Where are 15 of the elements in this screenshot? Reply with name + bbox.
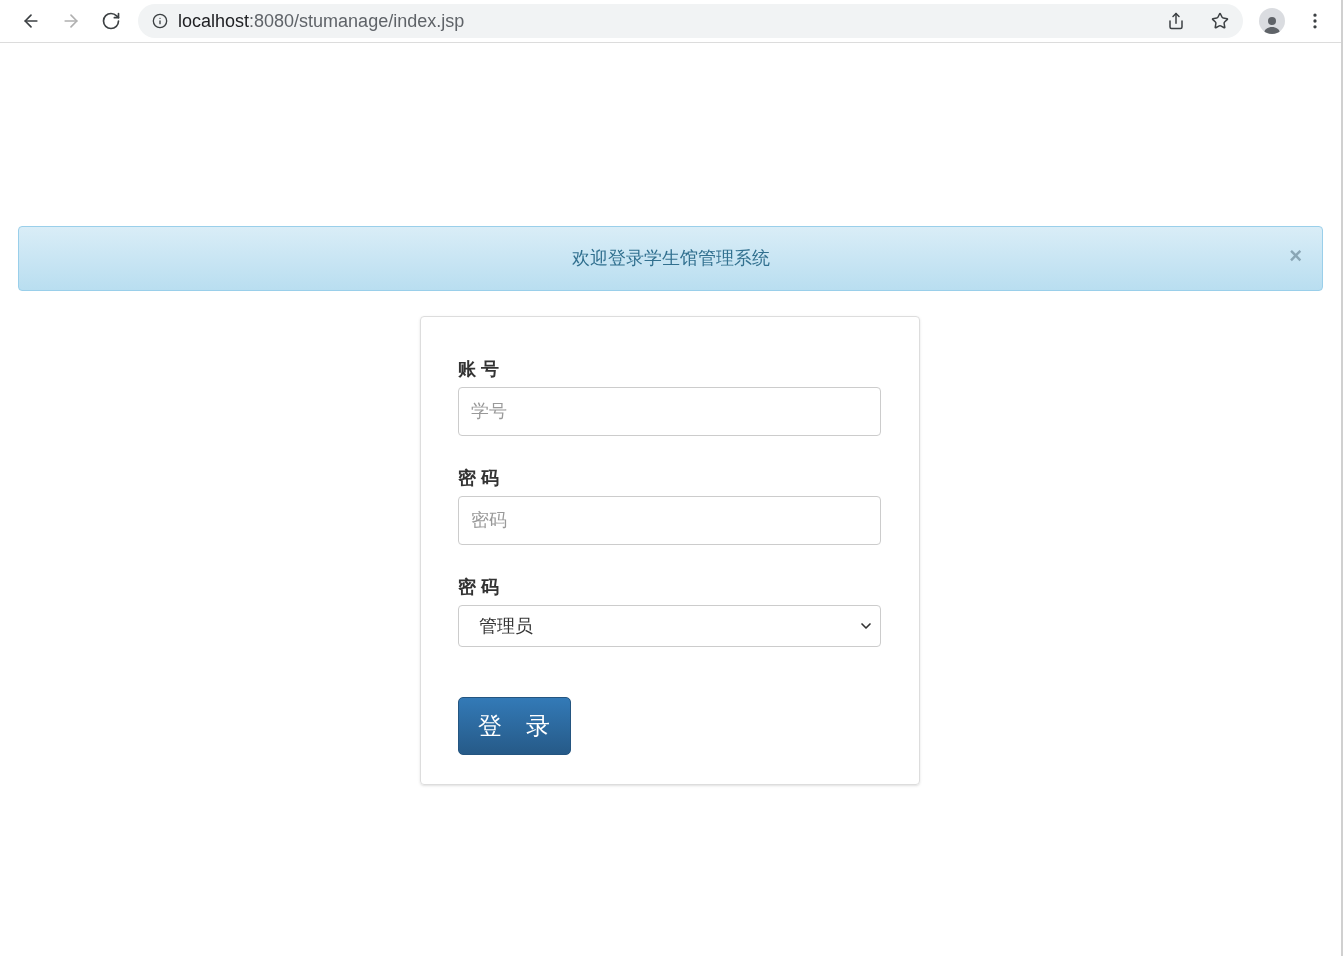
login-button[interactable]: 登 录	[457, 697, 571, 755]
bookmark-star-icon[interactable]	[1211, 12, 1229, 30]
share-icon[interactable]	[1167, 12, 1185, 30]
url-text: localhost:8080/stumanage/index.jsp	[178, 9, 465, 33]
address-bar[interactable]: localhost:8080/stumanage/index.jsp	[138, 4, 1243, 38]
welcome-message: 欢迎登录学生馆管理系统	[571, 247, 770, 270]
profile-avatar-icon[interactable]	[1259, 8, 1285, 34]
select-field[interactable]: 管理员	[457, 605, 881, 647]
info-icon[interactable]	[152, 13, 168, 29]
field-label: 密 码	[457, 467, 500, 490]
field-label: 账 号	[457, 358, 500, 381]
input-field[interactable]: 密码	[457, 496, 881, 545]
field-label: 密 码	[457, 576, 500, 599]
reload-icon	[101, 11, 121, 31]
input-field[interactable]: 学号	[457, 387, 881, 436]
